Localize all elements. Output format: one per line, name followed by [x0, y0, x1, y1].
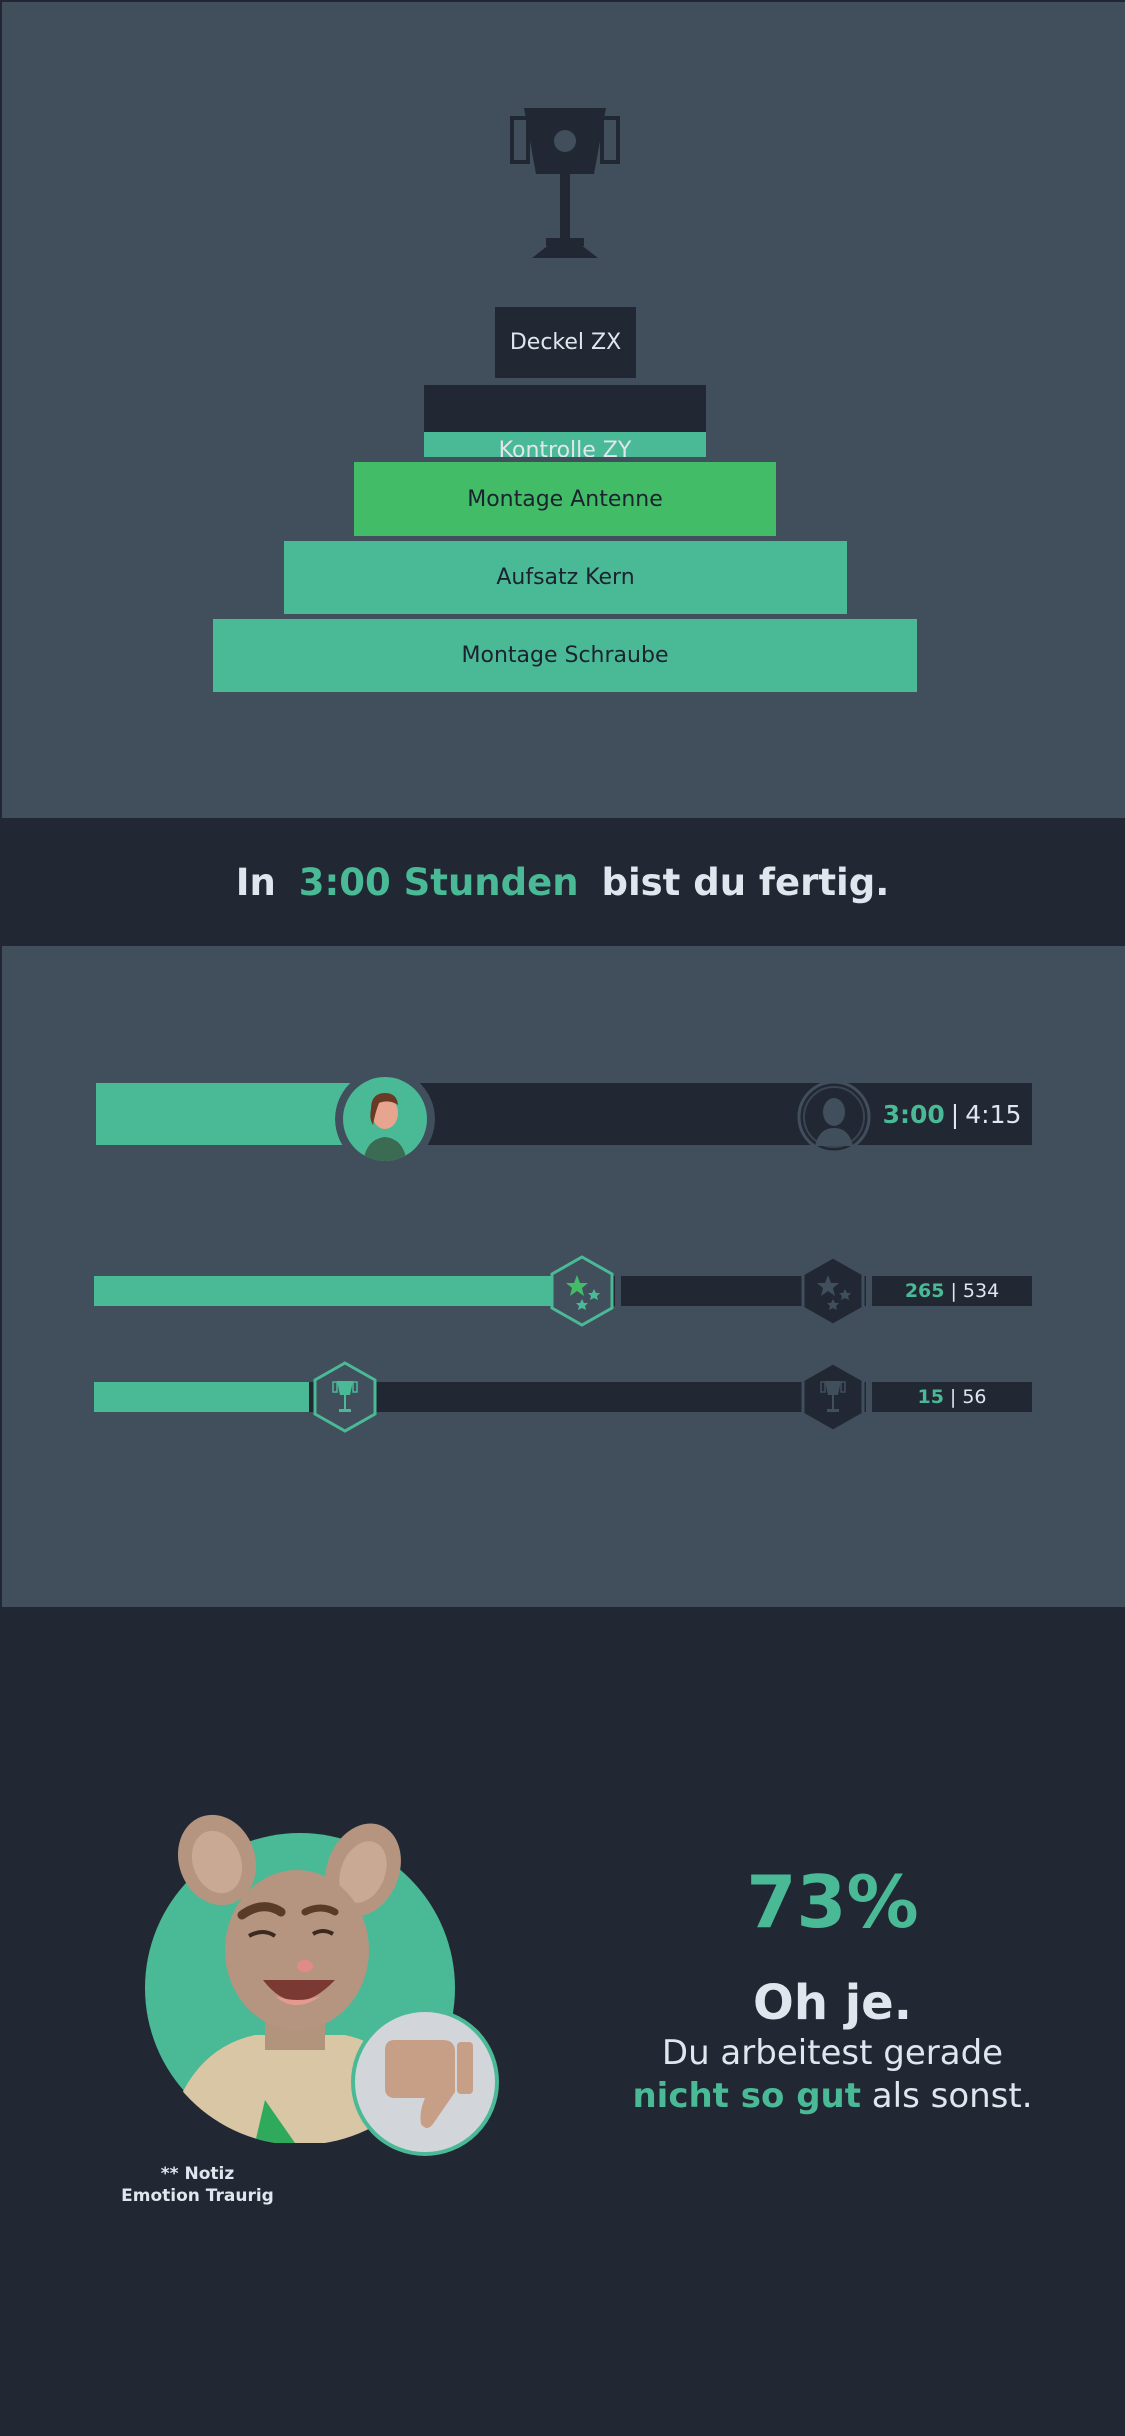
trophy-readout: 15 | 56: [866, 1382, 1032, 1412]
avatar-user: [335, 1069, 435, 1169]
finish-message: In 3:00 Stunden bist du fertig.: [0, 818, 1125, 946]
pyramid-step-label: Aufsatz Kern: [496, 565, 635, 590]
feedback-suffix: als sonst.: [861, 2076, 1033, 2116]
pyramid-step-label: Montage Schraube: [461, 643, 669, 668]
stars-progress-fill: [94, 1276, 554, 1306]
trophy-icon: [510, 108, 620, 258]
note-line-1: ** Notiz: [160, 2164, 235, 2184]
pyramid-section: Deckel ZX Kontrolle ZY Montage Antenne A…: [0, 0, 1125, 818]
thumbs-down-icon: [385, 2040, 473, 2128]
pyramid-step-5: Montage Schraube: [213, 619, 917, 692]
pyramid-step-3: Montage Antenne: [354, 462, 776, 536]
pyramid-step-label: Deckel ZX: [509, 330, 622, 355]
trophy-current: 15: [917, 1386, 944, 1408]
time-current: 3:00: [882, 1099, 945, 1129]
feedback-line-1: Du arbeitest gerade: [661, 2033, 1004, 2073]
trophy-hex-target: [801, 1361, 865, 1433]
finish-prefix: In: [235, 860, 289, 904]
avatar-target: [797, 1080, 871, 1154]
stars-separator: |: [950, 1280, 957, 1302]
pyramid-step-label: Kontrolle ZY: [498, 438, 632, 457]
pyramid-step-4: Aufsatz Kern: [284, 541, 847, 614]
trophy-separator: |: [949, 1386, 957, 1408]
note-line-2: Emotion Traurig: [121, 2186, 274, 2206]
stars-hex-target: [801, 1255, 865, 1327]
stars-current: 265: [904, 1280, 945, 1302]
pyramid-step-2: Kontrolle ZY: [424, 385, 706, 457]
stars-divider: [615, 1276, 621, 1306]
finish-banner: In 3:00 Stunden bist du fertig.: [0, 818, 1125, 946]
trophy-hex-icon: [313, 1361, 377, 1433]
stars-hex-icon: [550, 1255, 614, 1327]
finish-suffix: bist du fertig.: [588, 860, 890, 904]
stars-total: 534: [962, 1280, 1000, 1302]
time-separator: |: [950, 1099, 960, 1129]
feedback-headline: Oh je.: [753, 1975, 912, 2031]
emotion-note: ** Notiz Emotion Traurig: [110, 2163, 285, 2207]
pyramid-step-label: Montage Antenne: [467, 486, 663, 512]
performance-percent: 73%: [746, 1860, 919, 1944]
pyramid-step-1: Deckel ZX: [495, 307, 636, 378]
time-readout: 3:00 | 4:15: [872, 1083, 1032, 1145]
feedback-line-2: nicht so gut als sonst.: [580, 2076, 1085, 2116]
feedback-highlight: nicht so gut: [632, 2076, 861, 2116]
time-total: 4:15: [965, 1099, 1022, 1129]
trophy-progress-fill: [94, 1382, 309, 1412]
trophy-total: 56: [962, 1386, 987, 1408]
thumbs-down-badge: [351, 2008, 499, 2156]
finish-time: 3:00 Stunden: [298, 860, 579, 904]
stars-readout: 265 | 534: [866, 1276, 1032, 1306]
